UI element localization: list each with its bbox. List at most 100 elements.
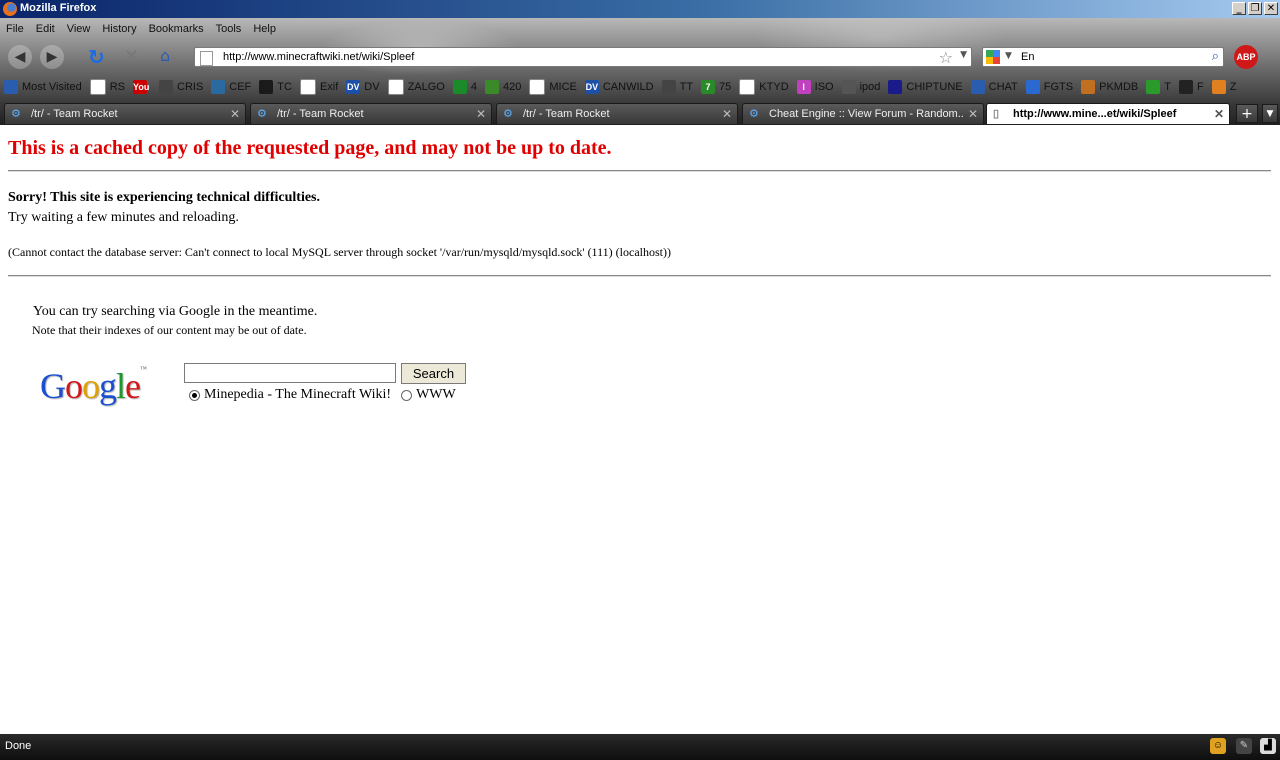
bookmark-item[interactable]: F [1178,80,1204,94]
menu-tools[interactable]: Tools [216,23,242,35]
menu-bar: File Edit View History Bookmarks Tools H… [0,18,286,40]
bookmark-star-icon[interactable]: ☆ [939,48,953,67]
bookmark-item[interactable]: T [1146,80,1171,94]
tab-label: http://www.mine...et/wiki/Spleef [1013,108,1177,120]
bookmark-label: T [1164,81,1171,93]
menu-bookmarks[interactable]: Bookmarks [149,23,204,35]
google-search-button[interactable]: Search [401,363,466,384]
bookmark-item[interactable]: CHIPTUNE [888,80,963,94]
search-bar[interactable]: ▼ En ⌕ [982,47,1224,67]
tc-icon [259,80,274,94]
youtube-icon: You [133,80,150,94]
bookmark-item[interactable]: CHAT [970,80,1018,94]
dv-icon: DV [584,80,599,94]
bookmark-item[interactable]: You [133,80,151,94]
bookmark-item[interactable]: 420 [485,80,521,94]
pencil-addon-icon[interactable]: ✎ [1236,738,1252,754]
bookmark-item[interactable]: MICE [529,79,577,95]
address-dropdown-icon[interactable]: ▼ [960,50,967,60]
bookmark-item[interactable]: TC [259,80,292,94]
bookmark-item[interactable]: Z [1211,80,1237,94]
error-title: Sorry! This site is experiencing technic… [8,190,320,205]
close-tab-icon[interactable]: ✕ [476,107,486,121]
bookmark-item[interactable]: DV CANWILD [584,80,654,94]
bookmark-item[interactable]: Exif [299,79,338,95]
bookmark-item[interactable]: 4 [452,80,477,94]
bookmark-label: ISO [814,81,834,93]
search-input[interactable]: En [1021,51,1034,63]
google-note: Note that their indexes of our content m… [32,323,307,337]
close-window-button[interactable]: ✕ [1264,2,1278,15]
page-icon [529,79,546,95]
resize-grip-icon[interactable]: ▟ [1260,738,1276,754]
bookmark-item[interactable]: TT [661,80,693,94]
bookmark-item[interactable]: CEF [211,80,251,94]
tab[interactable]: ⚙ /tr/ - Team Rocket ✕ [4,103,246,124]
page-icon [89,79,106,95]
home-icon: ⌂ [160,46,171,65]
maximize-button[interactable]: ❐ [1248,2,1262,15]
tab[interactable]: ▯ http://www.mine...et/wiki/Spleef ✕ [986,103,1230,124]
bookmark-item[interactable]: PKMDB [1081,80,1138,94]
menu-view[interactable]: View [67,23,91,35]
stop-button[interactable]: ✕ [124,46,139,67]
status-bar: Done ☺ ✎ ▟ [0,734,1280,760]
bookmark-item[interactable]: ZALGO [387,79,445,95]
minimize-button[interactable]: _ [1232,2,1246,15]
bookmark-item[interactable]: CRIS [159,80,203,94]
radio-www[interactable] [401,389,413,401]
menu-history[interactable]: History [102,23,136,35]
close-tab-icon[interactable]: ✕ [722,107,732,121]
bookmark-item[interactable]: ipod [841,80,880,94]
close-tab-icon[interactable]: ✕ [230,107,240,121]
error-detail: (Cannot contact the database server: Can… [8,245,671,259]
bookmark-item[interactable]: I ISO [796,80,834,94]
address-url[interactable]: http://www.minecraftwiki.net/wiki/Spleef [223,51,414,63]
tab[interactable]: ⚙ /tr/ - Team Rocket ✕ [496,103,738,124]
forward-button[interactable]: ▶ [40,45,64,69]
tab-strip: ▯ http://www.mine...et/wiki/Spleef ✕ ⚙ Cheat… [0,102,1280,125]
back-arrow-icon: ◀ [14,49,26,65]
tab[interactable]: ⚙ /tr/ - Team Rocket ✕ [250,103,492,124]
cache-notice: This is a cached copy of the requested p… [8,137,612,159]
google-engine-icon[interactable] [986,50,1000,64]
seven-icon: 7 [701,80,716,94]
bookmark-item[interactable]: KTYD [739,79,789,95]
menu-help[interactable]: Help [253,23,276,35]
engine-dropdown-icon[interactable]: ▼ [1005,51,1012,61]
new-tab-button[interactable]: + [1236,104,1258,123]
bookmark-item[interactable]: 7 75 [701,80,731,94]
home-button[interactable]: ⌂ [160,46,180,66]
address-bar[interactable]: http://www.minecraftwiki.net/wiki/Spleef… [194,47,972,67]
cart-icon [1211,80,1226,94]
bookmark-item[interactable]: DV DV [346,80,380,94]
bookmark-label: FGTS [1043,81,1074,93]
bookmark-item[interactable]: Most Visited [4,80,82,94]
close-tab-icon[interactable]: ✕ [968,107,978,121]
bookmark-label: CRIS [177,81,204,93]
status-text: Done [5,740,32,752]
tab-list-button[interactable]: ▼ [1262,104,1278,123]
f-icon [1178,80,1193,94]
smiley-addon-icon[interactable]: ☺ [1210,738,1226,754]
page-icon [739,79,756,95]
reload-button[interactable]: ↻ [88,46,110,68]
dv-icon: DV [346,80,361,94]
page-icon: ▯ [993,108,1000,120]
firefox-logo-icon [3,2,17,16]
tab[interactable]: ⚙ Cheat Engine :: View Forum - Random... ✕ [742,103,984,124]
menu-file[interactable]: File [6,23,24,35]
bookmark-label: 420 [503,81,522,93]
bookmark-label: Z [1229,81,1237,93]
close-tab-icon[interactable]: ✕ [1214,107,1224,121]
bookmark-item[interactable]: FGTS [1025,80,1074,94]
ipod-icon [841,80,856,94]
tab-label: /tr/ - Team Rocket [277,108,364,120]
search-magnifier-icon[interactable]: ⌕ [1212,49,1219,64]
menu-edit[interactable]: Edit [36,23,55,35]
google-search-input[interactable] [184,363,396,383]
bookmark-item[interactable]: RS [89,79,125,95]
back-button[interactable]: ◀ [8,45,32,69]
adblock-plus-button[interactable]: ABP [1234,45,1258,69]
radio-site[interactable] [189,389,200,401]
